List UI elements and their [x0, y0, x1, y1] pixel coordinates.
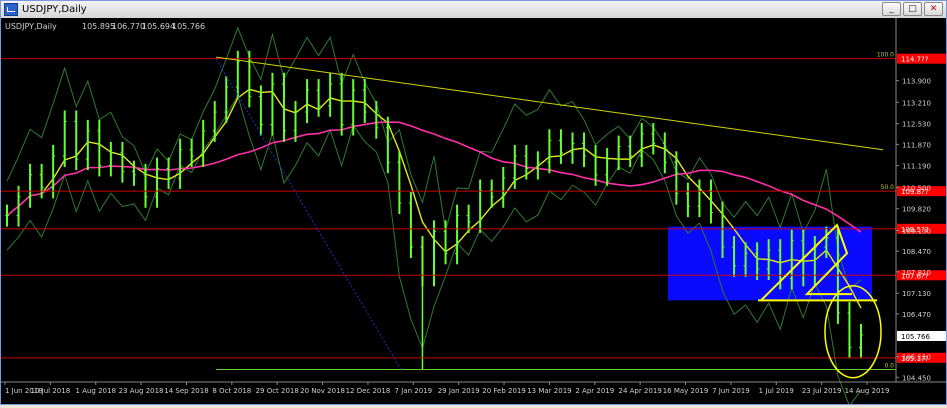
ohlc-header: USDJPY,Daily 105.895 106.770 105.694 105…: [5, 22, 205, 31]
x-tick-label: 20 Feb 2019: [482, 387, 526, 395]
x-tick-label: 29 Oct 2018: [256, 387, 299, 395]
chart-icon: [4, 3, 18, 16]
x-tick-label: 2 Apr 2019: [575, 387, 614, 395]
x-tick-label: 23 Jul 2019: [802, 387, 842, 395]
y-tick-label: 111.870: [902, 141, 931, 149]
y-tick-label: 107.810: [902, 269, 931, 277]
x-tick-label: 14 Sep 2018: [164, 387, 208, 395]
window-controls: _ □ ✕: [882, 2, 943, 16]
y-tick-label: 109.130: [902, 227, 931, 235]
y-tick-label: 111.190: [902, 163, 931, 171]
price-chart[interactable]: USDJPY,Daily 105.895 106.770 105.694 105…: [1, 18, 947, 407]
close-value: 105.766: [172, 22, 205, 31]
x-tick-label: 23 Aug 2018: [119, 387, 164, 395]
x-tick-label: 7 Jan 2019: [395, 387, 433, 395]
y-tick-label: 112.530: [902, 121, 931, 129]
fib-level-pct: 100.0: [877, 52, 894, 59]
price-level-tag-text: 114.7??: [901, 56, 929, 64]
open-value: 105.895: [82, 22, 115, 31]
x-tick-label: 12 Dec 2018: [346, 387, 391, 395]
chart-window: USDJPY,Daily _ □ ✕ USDJPY,Daily 105.895 …: [0, 0, 947, 407]
y-tick-label: 105.110: [902, 354, 931, 362]
current-price-text: 105.766: [901, 333, 930, 341]
x-tick-label: 16 May 2019: [663, 387, 709, 395]
y-tick-label: 108.470: [902, 248, 931, 256]
fib-level-pct: 0.0: [884, 362, 894, 369]
fib-level-pct: 50.0: [881, 184, 895, 191]
y-tick-label: 110.500: [902, 184, 931, 192]
x-tick-label: 13 Mar 2019: [527, 387, 571, 395]
low-value: 105.694: [142, 22, 175, 31]
y-tick-label: 113.900: [902, 78, 931, 86]
x-tick-label: 1 Jul 2019: [759, 387, 794, 395]
symbol-label: USDJPY,Daily: [5, 22, 57, 31]
chart-canvas[interactable]: USDJPY,Daily 105.895 106.770 105.694 105…: [1, 18, 947, 407]
x-tick-label: 10 Jul 2018: [31, 387, 71, 395]
x-tick-label: 14 Aug 2019: [845, 387, 890, 395]
maximize-button[interactable]: □: [903, 2, 922, 16]
chart-background: [1, 18, 946, 404]
x-tick-label: 24 Apr 2019: [619, 387, 662, 395]
minimize-button[interactable]: _: [882, 2, 901, 16]
y-tick-label: 106.470: [902, 311, 931, 319]
x-tick-label: 20 Nov 2018: [300, 387, 345, 395]
window-title: USDJPY,Daily: [22, 4, 87, 15]
y-tick-label: 109.820: [902, 206, 931, 214]
y-tick-label: 107.130: [902, 290, 931, 298]
x-tick-label: 1 Aug 2018: [76, 387, 116, 395]
window-titlebar[interactable]: USDJPY,Daily _ □ ✕: [1, 1, 946, 19]
x-tick-label: 7 Jun 2019: [712, 387, 750, 395]
close-button[interactable]: ✕: [924, 2, 943, 16]
y-tick-label: 104.450: [902, 374, 931, 382]
y-tick-label: 113.210: [902, 99, 931, 107]
high-value: 106.770: [112, 22, 145, 31]
x-tick-label: 29 Jan 2019: [438, 387, 480, 395]
x-tick-label: 8 Oct 2018: [212, 387, 251, 395]
